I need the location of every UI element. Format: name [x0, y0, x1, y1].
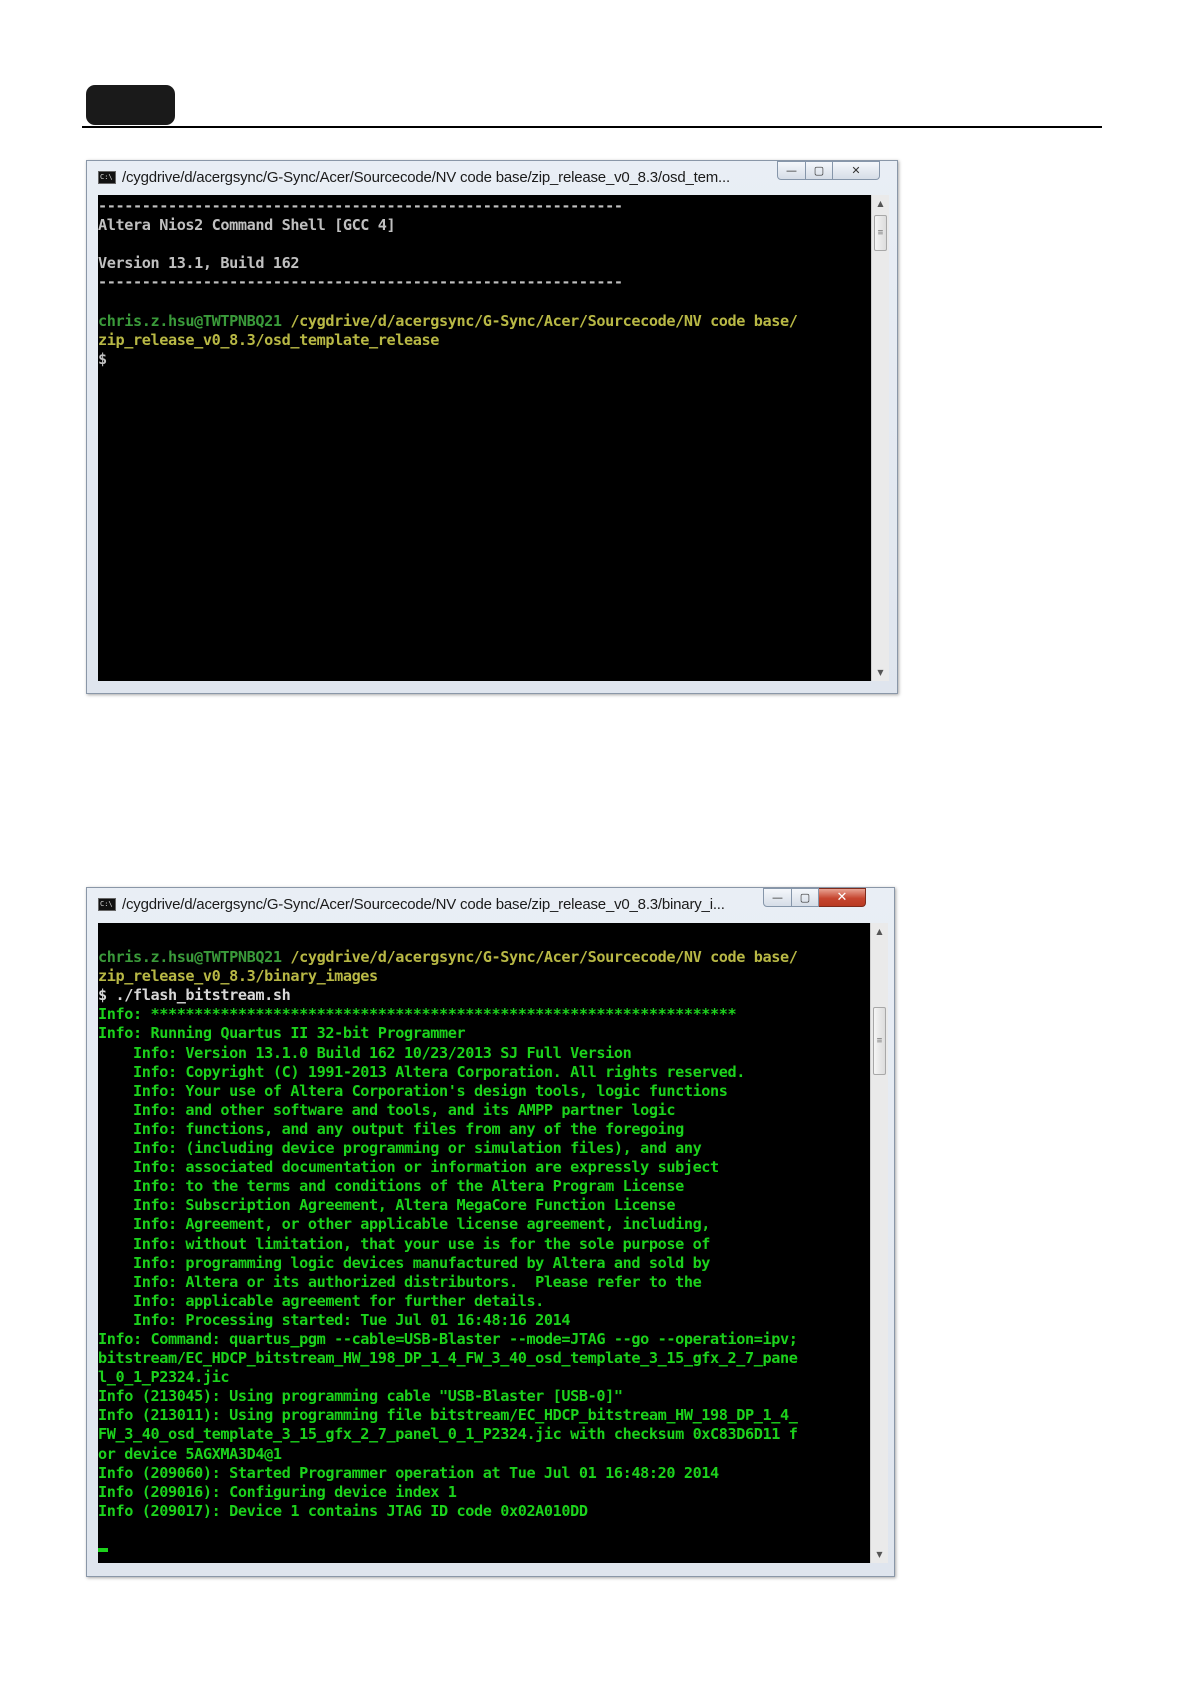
console-text: chris.z.hsu@TWTPNBQ21 /cygdrive/d/acergs…	[98, 923, 870, 1559]
output-line: Info: Agreement, or other applicable lic…	[98, 1215, 711, 1234]
console-line: ----------------------------------------…	[98, 197, 623, 215]
command-line: $ ./flash_bitstream.sh	[98, 986, 291, 1005]
output-line: Info (209016): Configuring device index …	[98, 1482, 457, 1501]
minimize-icon[interactable]: —	[777, 161, 806, 180]
window-title: /cygdrive/d/acergsync/G-Sync/Acer/Source…	[122, 168, 730, 186]
console-line: Altera Nios2 Command Shell [GCC 4]	[98, 216, 396, 235]
console-line: ----------------------------------------…	[98, 273, 623, 292]
output-line: Info: to the terms and conditions of the…	[98, 1177, 684, 1196]
output-line: FW_3_40_osd_template_3_15_gfx_2_7_panel_…	[98, 1425, 798, 1444]
output-block: Info: **********************************…	[98, 1005, 870, 1521]
output-line: Info: Subscription Agreement, Altera Meg…	[98, 1196, 676, 1215]
output-line: Info: applicable agreement for further d…	[98, 1291, 544, 1310]
output-line: l_0_1_P2324.jic	[98, 1368, 230, 1387]
output-line: Info: Altera or its authorized distribut…	[98, 1272, 702, 1291]
console-line: Version 13.1, Build 162	[98, 254, 300, 273]
prompt-symbol: $	[98, 349, 107, 368]
output-line: Info: Copyright (C) 1991-2013 Altera Cor…	[98, 1062, 746, 1081]
close-icon[interactable]: ✕	[819, 888, 866, 907]
output-line: Info: (including device programming or s…	[98, 1139, 702, 1158]
prompt-user: chris.z.hsu@TWTPNBQ21	[98, 948, 282, 967]
vertical-scrollbar[interactable]: ▲ ≡ ▼	[870, 923, 888, 1563]
output-line: Info: programming logic devices manufact…	[98, 1253, 711, 1272]
output-line: Info: associated documentation or inform…	[98, 1158, 719, 1177]
prompt-path: /cygdrive/d/acergsync/G-Sync/Acer/Source…	[281, 311, 798, 330]
prompt-path: zip_release_v0_8.3/binary_images	[98, 967, 378, 986]
console-window-1[interactable]: C:\ /cygdrive/d/acergsync/G-Sync/Acer/So…	[86, 160, 898, 694]
console-output[interactable]: ----------------------------------------…	[98, 195, 871, 681]
maximize-icon[interactable]: ▢	[806, 161, 833, 180]
scroll-up-icon[interactable]: ▲	[872, 195, 889, 212]
cursor-line	[98, 1540, 870, 1559]
console-window-2[interactable]: C:\ /cygdrive/d/acergsync/G-Sync/Acer/So…	[86, 887, 895, 1577]
scroll-up-icon[interactable]: ▲	[871, 923, 888, 940]
output-line: Info: Running Quartus II 32-bit Programm…	[98, 1024, 466, 1043]
console-output[interactable]: chris.z.hsu@TWTPNBQ21 /cygdrive/d/acergs…	[98, 923, 870, 1563]
output-line: or device 5AGXMA3D4@1	[98, 1444, 282, 1463]
vertical-scrollbar[interactable]: ▲ ≡ ▼	[871, 195, 889, 681]
header-rule	[82, 126, 1102, 128]
scroll-down-icon[interactable]: ▼	[871, 1546, 888, 1563]
output-line: Info: Command: quartus_pgm --cable=USB-B…	[98, 1329, 798, 1348]
output-line: bitstream/EC_HDCP_bitstream_HW_198_DP_1_…	[98, 1349, 798, 1368]
console-text: ----------------------------------------…	[98, 195, 871, 369]
output-line: Info (213045): Using programming cable "…	[98, 1387, 623, 1406]
window-controls: — ▢ ✕	[763, 888, 866, 907]
output-line: Info: Your use of Altera Corporation's d…	[98, 1081, 728, 1100]
minimize-icon[interactable]: —	[763, 888, 792, 907]
maximize-icon[interactable]: ▢	[792, 888, 819, 907]
output-line: Info (213011): Using programming file bi…	[98, 1406, 798, 1425]
window-title: /cygdrive/d/acergsync/G-Sync/Acer/Source…	[122, 895, 725, 913]
console-icon: C:\	[98, 897, 116, 911]
output-line: Info: **********************************…	[98, 1005, 737, 1024]
output-line: Info: without limitation, that your use …	[98, 1234, 711, 1253]
output-line: Info: Version 13.1.0 Build 162 10/23/201…	[98, 1043, 632, 1062]
page-header-tab	[86, 85, 175, 125]
output-line: Info: and other software and tools, and …	[98, 1100, 676, 1119]
output-line: Info: Processing started: Tue Jul 01 16:…	[98, 1310, 571, 1329]
output-line: Info (209017): Device 1 contains JTAG ID…	[98, 1501, 588, 1520]
scroll-down-icon[interactable]: ▼	[872, 664, 889, 681]
output-line: Info: functions, and any output files fr…	[98, 1119, 684, 1138]
title-bar[interactable]: C:\ /cygdrive/d/acergsync/G-Sync/Acer/So…	[87, 161, 897, 193]
output-line: Info (209060): Started Programmer operat…	[98, 1463, 719, 1482]
close-icon[interactable]: ✕	[833, 161, 880, 180]
text-cursor	[98, 1547, 108, 1552]
console-icon: C:\	[98, 170, 116, 184]
prompt-path: zip_release_v0_8.3/osd_template_release	[98, 330, 440, 349]
prompt-path: /cygdrive/d/acergsync/G-Sync/Acer/Source…	[281, 948, 798, 967]
scroll-thumb[interactable]: ≡	[874, 215, 887, 251]
scroll-thumb[interactable]: ≡	[873, 1007, 886, 1075]
window-controls: — ▢ ✕	[777, 161, 880, 180]
prompt-user: chris.z.hsu@TWTPNBQ21	[98, 311, 282, 330]
